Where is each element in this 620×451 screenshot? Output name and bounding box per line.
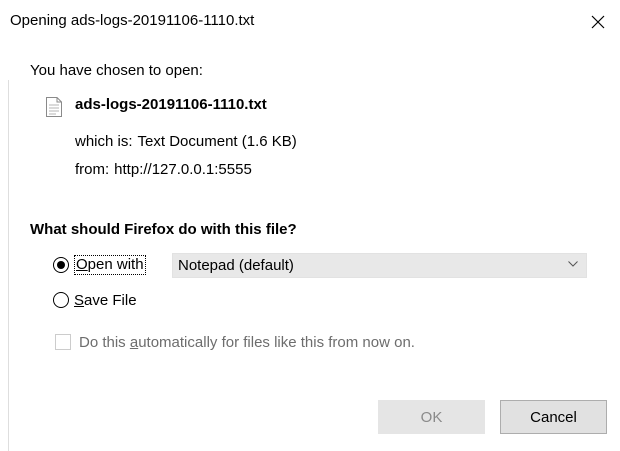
save-file-radio[interactable] bbox=[53, 292, 69, 308]
save-file-radio-row[interactable]: Save File bbox=[53, 288, 137, 312]
file-type-value: Text Document (1.6 KB) bbox=[137, 133, 297, 150]
auto-action-row: Do this automatically for files like thi… bbox=[55, 331, 415, 353]
auto-action-checkbox bbox=[55, 334, 71, 350]
file-source-label: from: bbox=[75, 161, 110, 178]
save-file-label[interactable]: Save File bbox=[74, 292, 137, 309]
text-file-icon bbox=[46, 97, 62, 117]
file-source-value: http://127.0.0.1:5555 bbox=[114, 161, 252, 178]
window-edge bbox=[8, 80, 9, 451]
close-button[interactable] bbox=[576, 0, 620, 44]
open-with-label[interactable]: Open with bbox=[74, 255, 146, 275]
title-bar: Opening ads-logs-20191106-1110.txt bbox=[0, 0, 620, 44]
action-question: What should Firefox do with this file? bbox=[30, 221, 297, 238]
ok-button[interactable]: OK bbox=[378, 400, 485, 434]
radio-selected-dot bbox=[57, 261, 65, 269]
auto-action-accesskey: a bbox=[129, 333, 139, 351]
close-icon bbox=[591, 15, 605, 29]
open-with-label-rest: pen with bbox=[87, 256, 144, 273]
auto-action-prefix: Do this bbox=[79, 333, 130, 351]
file-type-label: which is: bbox=[75, 133, 133, 150]
auto-action-label: Do this automatically for files like thi… bbox=[79, 334, 415, 351]
open-with-accesskey: O bbox=[76, 256, 88, 273]
open-with-radio-row[interactable]: Open with bbox=[53, 253, 146, 277]
file-type-row: which is: Text Document (1.6 KB) bbox=[75, 133, 297, 150]
file-source-row: from: http://127.0.0.1:5555 bbox=[75, 161, 252, 178]
application-select[interactable]: Notepad (default) bbox=[172, 253, 587, 278]
cancel-button[interactable]: Cancel bbox=[500, 400, 607, 434]
chosen-label: You have chosen to open: bbox=[30, 62, 203, 79]
application-select-value: Notepad (default) bbox=[178, 257, 294, 274]
save-file-accesskey: S bbox=[74, 291, 85, 309]
file-name: ads-logs-20191106-1110.txt bbox=[75, 96, 267, 113]
chevron-down-icon bbox=[568, 261, 578, 267]
download-dialog: Opening ads-logs-20191106-1110.txt You h… bbox=[0, 0, 620, 451]
window-title: Opening ads-logs-20191106-1110.txt bbox=[10, 12, 255, 29]
auto-action-rest: utomatically for files like this from no… bbox=[138, 333, 415, 351]
save-file-label-rest: ave File bbox=[84, 291, 137, 309]
open-with-radio[interactable] bbox=[53, 257, 69, 273]
